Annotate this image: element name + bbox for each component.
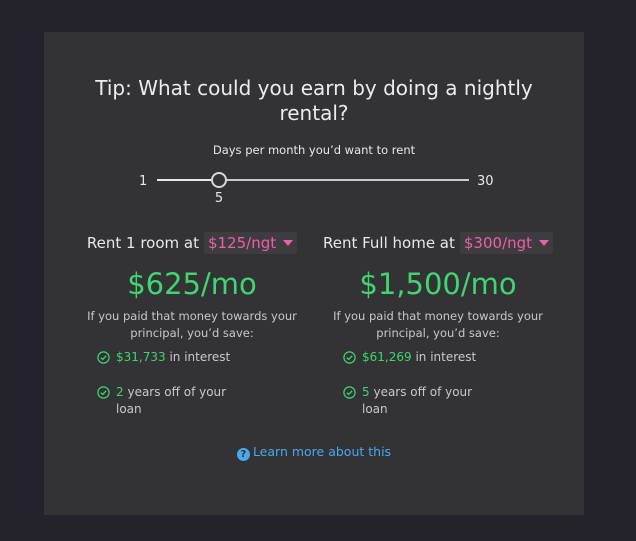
home-years-suffix: years off of your loan: [362, 385, 473, 416]
room-rental-prefix: Rent 1 room at: [86, 234, 199, 252]
slider-min-label: 1: [139, 174, 148, 189]
learn-more-label: Learn more about this: [252, 444, 392, 459]
check-circle-icon: [97, 351, 110, 364]
home-interest-suffix: in interest: [415, 350, 477, 364]
room-monthly-earnings: $625/mo: [127, 267, 257, 301]
check-circle-icon: [343, 386, 356, 399]
home-interest-benefit: $61,269 in interest: [343, 349, 568, 366]
home-rental-header: Rent Full home at $300/ngt: [308, 230, 568, 256]
rental-tip-card: Tip: What could you earn by doing a nigh…: [44, 32, 584, 515]
slider-max-label: 30: [477, 174, 494, 189]
days-slider-fill: [157, 179, 219, 181]
caret-down-icon: [283, 240, 294, 246]
caret-down-icon: [539, 240, 550, 246]
check-circle-icon: [343, 351, 356, 364]
home-rental-column: Rent Full home at $300/ngt $1,500/mo If …: [308, 230, 568, 418]
home-rental-prefix: Rent Full home at: [322, 234, 455, 252]
check-circle-icon: [97, 386, 110, 399]
days-slider-track[interactable]: [157, 179, 469, 181]
home-interest-value: $61,269: [362, 350, 412, 364]
home-save-text: If you paid that money towards your prin…: [333, 309, 543, 340]
room-years-suffix: years off of your loan: [116, 385, 227, 416]
room-years-value: 2: [116, 385, 124, 399]
room-years-benefit: 2 years off of your loan: [97, 384, 247, 418]
days-slider-thumb[interactable]: [211, 172, 227, 188]
room-rental-header: Rent 1 room at $125/ngt: [62, 230, 322, 256]
learn-more-link[interactable]: ? Learn more about this: [44, 444, 584, 461]
room-save-text: If you paid that money towards your prin…: [87, 309, 297, 340]
question-circle-icon: ?: [236, 448, 250, 461]
room-rate-value: $125/ngt: [207, 234, 277, 252]
room-interest-value: $31,733: [116, 350, 166, 364]
home-years-value: 5: [362, 385, 370, 399]
home-rate-select[interactable]: $300/ngt: [459, 232, 554, 254]
home-monthly-earnings: $1,500/mo: [359, 267, 517, 301]
room-rate-select[interactable]: $125/ngt: [203, 232, 298, 254]
home-rate-value: $300/ngt: [463, 234, 533, 252]
room-interest-suffix: in interest: [169, 350, 231, 364]
home-years-benefit: 5 years off of your loan: [343, 384, 493, 418]
slider-label: Days per month you’d want to rent: [212, 143, 416, 157]
room-interest-benefit: $31,733 in interest: [97, 349, 322, 366]
tip-title: Tip: What could you earn by doing a nigh…: [95, 76, 533, 125]
room-rental-column: Rent 1 room at $125/ngt $625/mo If you p…: [62, 230, 322, 418]
slider-value-label: 5: [214, 191, 224, 206]
